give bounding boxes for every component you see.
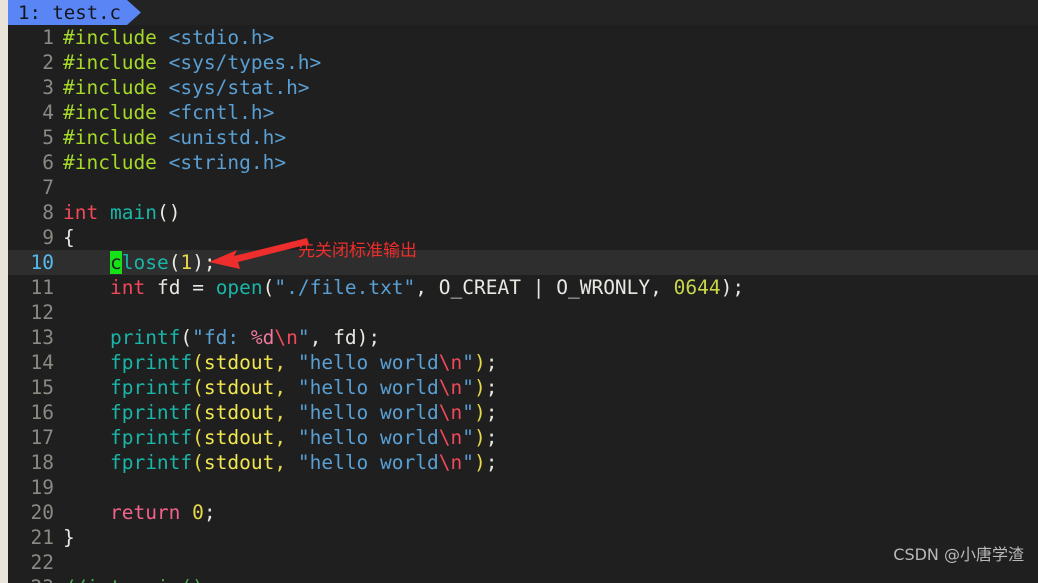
line-content: #include <stdio.h> — [63, 26, 275, 49]
code-editor-window: 1: test.c 1 #include <stdio.h> 2 #includ… — [0, 0, 1038, 583]
code-line[interactable]: 9 { — [8, 225, 1038, 250]
code-line[interactable]: 23 //int main() — [8, 575, 1038, 583]
code-line[interactable]: 1 #include <stdio.h> — [8, 25, 1038, 50]
line-content: int main() — [63, 201, 181, 224]
line-number: 18 — [30, 451, 54, 474]
line-number: 21 — [30, 526, 54, 549]
line-number: 10 — [30, 251, 54, 274]
line-content: printf("fd: %d\n", fd); — [109, 326, 381, 349]
code-line[interactable]: 17 fprintf(stdout, "hello world\n"); — [8, 425, 1038, 450]
code-line[interactable]: 16 fprintf(stdout, "hello world\n"); — [8, 400, 1038, 425]
line-number: 12 — [30, 301, 54, 324]
code-line-current[interactable]: 10 close(1); — [8, 250, 1038, 275]
code-line[interactable]: 5 #include <unistd.h> — [8, 125, 1038, 150]
code-line[interactable]: 15 fprintf(stdout, "hello world\n"); — [8, 375, 1038, 400]
line-number: 7 — [42, 176, 54, 199]
line-number: 19 — [30, 476, 54, 499]
line-content: fprintf(stdout, "hello world\n"); — [109, 351, 498, 374]
line-content: #include <fcntl.h> — [63, 101, 275, 124]
line-number: 6 — [42, 151, 54, 174]
code-line[interactable]: 3 #include <sys/stat.h> — [8, 75, 1038, 100]
line-number: 14 — [30, 351, 54, 374]
line-content: fprintf(stdout, "hello world\n"); — [109, 451, 498, 474]
watermark: CSDN @小唐学渣 — [893, 545, 1024, 564]
line-content: //int main() — [63, 575, 1038, 583]
line-content: } — [63, 526, 75, 549]
line-number: 20 — [30, 501, 54, 524]
code-line[interactable]: 22 — [8, 550, 1038, 575]
code-area[interactable]: 1 #include <stdio.h> 2 #include <sys/typ… — [8, 25, 1038, 583]
code-line[interactable]: 4 #include <fcntl.h> — [8, 100, 1038, 125]
line-content: return 0; — [109, 501, 216, 524]
line-content: #include <sys/stat.h> — [63, 76, 310, 99]
code-line[interactable]: 11 int fd = open("./file.txt", O_CREAT |… — [8, 275, 1038, 300]
code-line[interactable]: 7 — [8, 175, 1038, 200]
line-number: 16 — [30, 401, 54, 424]
line-content: #include <string.h> — [63, 151, 287, 174]
line-content: fprintf(stdout, "hello world\n"); — [109, 426, 498, 449]
line-number: 13 — [30, 326, 54, 349]
line-number: 5 — [42, 126, 54, 149]
code-line[interactable]: 2 #include <sys/types.h> — [8, 50, 1038, 75]
line-number: 8 — [42, 201, 54, 224]
annotation-text: 先关闭标准输出 — [298, 241, 417, 261]
code-line[interactable]: 19 — [8, 475, 1038, 500]
line-content: fprintf(stdout, "hello world\n"); — [109, 376, 498, 399]
line-content: #include <sys/types.h> — [63, 51, 322, 74]
line-number: 23 — [8, 575, 63, 583]
tab-label: 1: test.c — [18, 1, 121, 24]
code-line[interactable]: 20 return 0; — [8, 500, 1038, 525]
code-line[interactable]: 8 int main() — [8, 200, 1038, 225]
code-line[interactable]: 18 fprintf(stdout, "hello world\n"); — [8, 450, 1038, 475]
tab-test-c[interactable]: 1: test.c — [8, 0, 141, 25]
line-number: 22 — [30, 551, 54, 574]
code-line[interactable]: 14 fprintf(stdout, "hello world\n"); — [8, 350, 1038, 375]
line-content: fprintf(stdout, "hello world\n"); — [109, 401, 498, 424]
line-number: 17 — [30, 426, 54, 449]
code-line[interactable]: 12 — [8, 300, 1038, 325]
left-margin-strip — [0, 0, 8, 583]
line-number: 15 — [30, 376, 54, 399]
line-number: 11 — [30, 276, 54, 299]
text-cursor: c — [109, 251, 122, 274]
code-line[interactable]: 6 #include <string.h> — [8, 150, 1038, 175]
line-content: #include <unistd.h> — [63, 126, 287, 149]
tab-bar: 1: test.c — [8, 0, 1038, 25]
line-number: 9 — [42, 226, 54, 249]
code-line[interactable]: 21 } — [8, 525, 1038, 550]
line-content: int fd = open("./file.txt", O_CREAT | O_… — [109, 276, 745, 299]
line-number: 3 — [42, 76, 54, 99]
code-line[interactable]: 13 printf("fd: %d\n", fd); — [8, 325, 1038, 350]
line-number: 1 — [42, 26, 54, 49]
line-number: 4 — [42, 101, 54, 124]
line-number: 2 — [42, 51, 54, 74]
